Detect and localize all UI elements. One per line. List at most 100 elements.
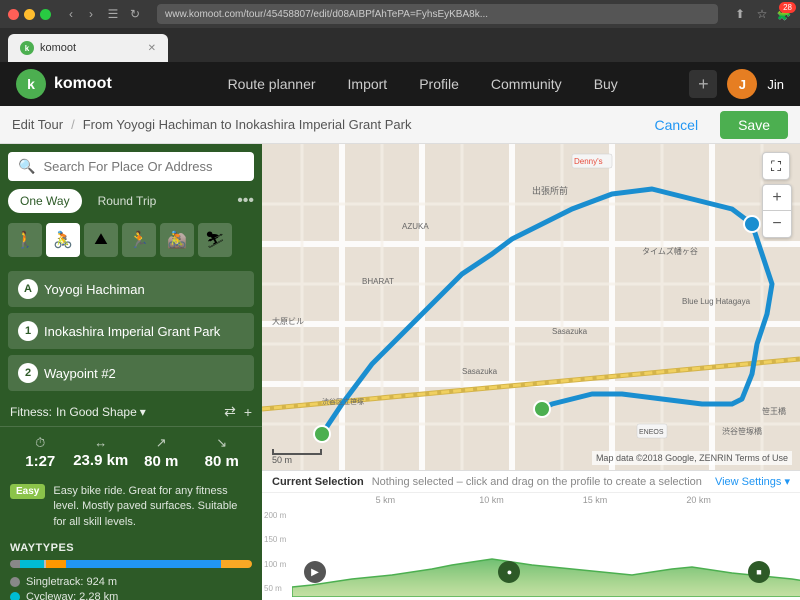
map-area[interactable]: 出張所前 タイムズ幡ヶ谷 AZUKA Sasazuka Sasazuka 大原ビ… (262, 144, 800, 600)
waytype-dot-cycleway (10, 592, 20, 600)
waypoint-name-2: Waypoint #2 (44, 366, 116, 381)
edit-tour-label: Edit Tour (12, 117, 63, 132)
nav-import[interactable]: Import (348, 72, 388, 96)
maximize-window-button[interactable] (40, 9, 51, 20)
main-nav: Route planner Import Profile Community B… (156, 72, 689, 96)
nav-route-planner[interactable]: Route planner (228, 72, 316, 96)
back-button[interactable]: ‹ (63, 6, 79, 22)
profile-waypoint-1-icon: ● (498, 561, 520, 583)
add-button[interactable]: + (689, 70, 717, 98)
view-settings-button[interactable]: View Settings ▾ (715, 475, 790, 488)
active-tab[interactable]: k komoot ✕ (8, 34, 168, 62)
activity-mountain[interactable]: ⛰ (84, 223, 118, 257)
play-icon[interactable]: ▶ (304, 561, 326, 583)
stat-time-value: 1:27 (25, 453, 55, 470)
activity-ski[interactable]: ⛷ (198, 223, 232, 257)
dist-0 (272, 495, 376, 505)
route-tabs-more[interactable]: ••• (237, 192, 254, 210)
waypoint-pin-1: ● (498, 561, 520, 583)
share-button[interactable]: ⬆ (732, 6, 748, 22)
bookmark-button[interactable]: ☆ (754, 6, 770, 22)
activity-walk[interactable]: 🚶 (8, 223, 42, 257)
waypoint-a[interactable]: A Yoyogi Hachiman (8, 271, 254, 307)
fullscreen-button[interactable]: ⛶ (762, 152, 790, 180)
stat-distance: ↔ 23.9 km (71, 435, 132, 470)
swap-icon[interactable]: ⇄ (224, 403, 236, 420)
elevation-down-icon: ↘ (216, 435, 227, 451)
tab-close-button[interactable]: ✕ (148, 43, 156, 54)
edit-bar-actions: Cancel Save (642, 111, 788, 139)
elevation-chart[interactable]: 200 m 150 m 100 m 50 m (262, 507, 800, 597)
url-text: www.komoot.com/tour/45458807/edit/d08AIB… (165, 9, 488, 20)
save-button[interactable]: Save (720, 111, 788, 139)
refresh-button[interactable]: ↻ (127, 6, 143, 22)
browser-chrome: ‹ › ☰ ↻ www.komoot.com/tour/45458807/edi… (0, 0, 800, 62)
selection-hint: Nothing selected – click and drag on the… (372, 476, 702, 488)
waypoint-label-a: A (18, 279, 38, 299)
nav-profile[interactable]: Profile (419, 72, 459, 96)
stats-row: ⏱ 1:27 ↔ 23.9 km ↗ 80 m ↘ 80 m (0, 426, 262, 478)
zoom-controls: + − (762, 184, 792, 238)
stat-elevation-up: ↗ 80 m (131, 435, 192, 470)
current-selection-label: Current Selection (272, 476, 364, 488)
waypoint-label-1: 1 (18, 321, 38, 341)
sidebar-toggle-button[interactable]: ☰ (105, 6, 121, 22)
play-button-start[interactable]: ▶ (304, 561, 326, 583)
activity-trail[interactable]: 🚵 (160, 223, 194, 257)
round-trip-tab[interactable]: Round Trip (86, 189, 169, 213)
elev-200: 200 m (264, 511, 290, 520)
fitness-row: Fitness: In Good Shape ▾ ⇄ + (0, 397, 262, 426)
waytype-cycleway: Cycleway: 2.28 km (10, 591, 252, 600)
left-panel: 🔍 One Way Round Trip ••• 🚶 🚴 ⛰ 🏃 🚵 ⛷ A Y… (0, 144, 262, 600)
waytype-bar-singletrack (10, 560, 20, 568)
fitness-dropdown[interactable]: In Good Shape ▾ (56, 405, 146, 419)
clock-icon: ⏱ (35, 435, 45, 451)
forward-button[interactable]: › (83, 6, 99, 22)
logo-icon: k (16, 69, 46, 99)
stat-elevation-up-value: 80 m (144, 453, 178, 470)
route-tabs: One Way Round Trip ••• (0, 189, 262, 213)
tab-favicon: k (20, 41, 34, 55)
svg-text:BHARAT: BHARAT (362, 277, 394, 286)
zoom-out-button[interactable]: − (763, 211, 791, 237)
map-attribution: Map data ©2018 Google, ZENRIN Terms of U… (592, 451, 792, 465)
elev-150: 150 m (264, 535, 290, 544)
avatar[interactable]: J (727, 69, 757, 99)
activity-run[interactable]: 🏃 (122, 223, 156, 257)
distance-icon: ↔ (94, 435, 107, 450)
address-bar[interactable]: www.komoot.com/tour/45458807/edit/d08AIB… (157, 4, 718, 24)
scale-indicator: 50 m (272, 449, 322, 465)
one-way-tab[interactable]: One Way (8, 189, 82, 213)
chevron-down-icon: ▾ (140, 405, 146, 419)
search-icon: 🔍 (18, 158, 35, 175)
header-right: + J Jin (689, 69, 784, 99)
close-window-button[interactable] (8, 9, 19, 20)
breadcrumb-separator: / (71, 117, 75, 132)
svg-text:Blue Lug Hatagaya: Blue Lug Hatagaya (682, 297, 751, 306)
nav-buy[interactable]: Buy (594, 72, 618, 96)
map-controls: ⛶ + − (762, 152, 792, 238)
minimize-window-button[interactable] (24, 9, 35, 20)
username: Jin (767, 77, 784, 92)
waypoint-1[interactable]: 1 Inokashira Imperial Grant Park (8, 313, 254, 349)
map-background[interactable]: 出張所前 タイムズ幡ヶ谷 AZUKA Sasazuka Sasazuka 大原ビ… (262, 144, 800, 600)
stat-elevation-down-value: 80 m (205, 453, 239, 470)
fitness-actions: ⇄ + (224, 403, 252, 420)
logo-area[interactable]: k komoot (16, 69, 156, 99)
browser-top-bar: ‹ › ☰ ↻ www.komoot.com/tour/45458807/edi… (0, 0, 800, 28)
activity-icons: 🚶 🚴 ⛰ 🏃 🚵 ⛷ (0, 219, 262, 261)
cancel-button[interactable]: Cancel (642, 111, 710, 139)
add-waypoint-icon[interactable]: + (244, 404, 252, 420)
activity-bike[interactable]: 🚴 (46, 223, 80, 257)
elevation-svg (292, 507, 800, 597)
search-bar[interactable]: 🔍 (8, 152, 254, 181)
waypoint-2[interactable]: 2 Waypoint #2 (8, 355, 254, 391)
zoom-in-button[interactable]: + (763, 185, 791, 211)
waytype-label-cycleway: Cycleway: 2.28 km (26, 591, 118, 600)
waytype-bar (10, 560, 252, 568)
browser-nav-buttons: ‹ › (63, 6, 99, 22)
nav-community[interactable]: Community (491, 72, 562, 96)
profile-header: Current Selection Nothing selected – cli… (262, 471, 800, 493)
dist-20km: 20 km (686, 495, 790, 505)
search-input[interactable] (43, 159, 244, 174)
